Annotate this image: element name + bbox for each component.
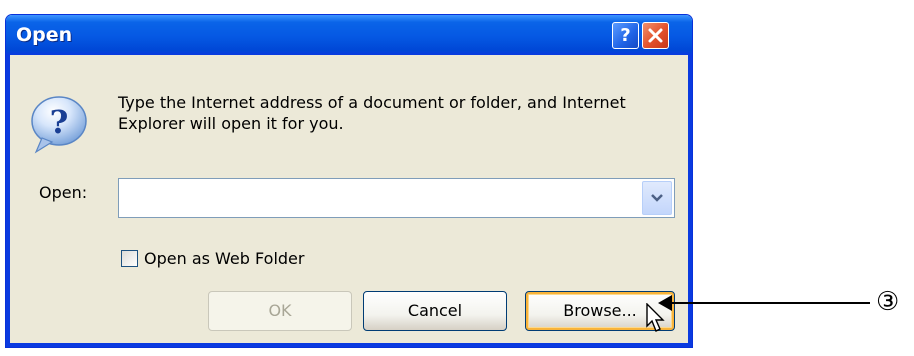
question-icon: ? [31,96,87,154]
title-bar[interactable]: Open ? [6,15,692,55]
window-frame-bottom [6,343,692,347]
url-input[interactable] [121,181,641,217]
chevron-down-icon [651,194,663,202]
window-frame-left [6,55,10,347]
help-button[interactable]: ? [612,22,639,49]
cancel-button[interactable]: Cancel [363,291,507,331]
web-folder-checkbox[interactable] [121,250,138,267]
annotation-number: ③ [876,287,900,317]
url-combobox[interactable] [118,178,675,218]
dialog-message: Type the Internet address of a document … [118,93,626,133]
annotation-line [664,302,870,304]
close-button[interactable] [642,22,669,49]
close-icon [648,28,663,43]
dialog-title: Open [16,24,73,46]
ok-button[interactable]: OK [208,291,352,331]
open-label: Open: [39,183,88,202]
open-dialog: Open ? ? Type the Internet address of a … [5,14,693,348]
web-folder-option[interactable]: Open as Web Folder [121,249,304,268]
svg-text:?: ? [50,103,69,141]
web-folder-label: Open as Web Folder [144,249,305,268]
dropdown-button[interactable] [642,181,672,215]
